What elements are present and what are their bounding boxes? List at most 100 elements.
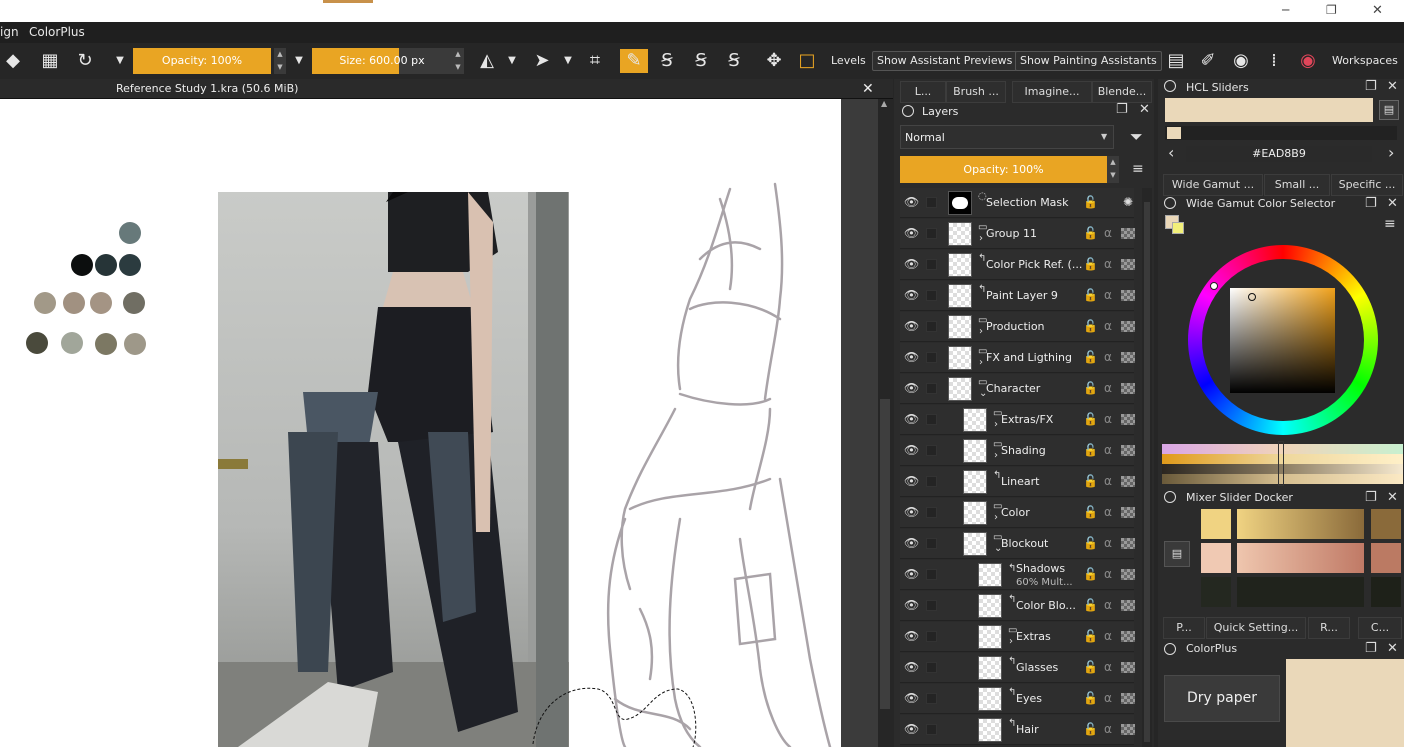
mirror-horizontal-icon[interactable]: ◭ [475,49,499,73]
tab-brush[interactable]: Brush ... [946,81,1006,103]
layer-row[interactable]: 👁 ↰ Shadows 60% Mult... 🔓 α [900,560,1135,590]
visibility-eye-icon[interactable]: 👁 [904,629,919,643]
mirror-vertical-dropdown-icon[interactable]: ▼ [556,49,580,73]
visibility-eye-icon[interactable]: 👁 [904,660,919,674]
tab-specific[interactable]: Specific ... [1331,174,1403,196]
colorplus-swatch[interactable] [1286,659,1404,747]
lock-icon[interactable]: 🔓 [1083,598,1098,612]
background-color-chip[interactable] [1172,222,1184,234]
tab-layers[interactable]: L... [900,81,946,103]
expand-arrow-icon[interactable]: › [1009,636,1013,647]
alpha-lock-icon[interactable]: α [1101,350,1115,364]
opacity-dropdown-icon[interactable]: ▼ [287,49,311,73]
layer-opacity-spinner[interactable]: ▲ ▼ [1107,156,1119,183]
lock-icon[interactable]: 🔓 [1083,629,1098,643]
mixer-settings-icon[interactable]: ▤ [1164,541,1190,567]
filter-icon[interactable]: ⏷ [1130,127,1143,147]
inherit-alpha-icon[interactable] [1121,321,1135,332]
smoothing-icon[interactable]: Ꞩ [689,49,713,73]
inherit-alpha-icon[interactable] [1121,662,1135,673]
layer-row[interactable]: 👁 ▭ › Extras 🔓 α [900,622,1135,652]
layer-row[interactable]: 👁 ▭ › Shading 🔓 α [900,436,1135,466]
alpha-lock-icon[interactable]: α [1101,381,1115,395]
layer-row[interactable]: 👁 ▭ › Production 🔓 α [900,312,1135,342]
visibility-eye-icon[interactable]: 👁 [904,598,919,612]
layer-row[interactable]: 👁 ↰ Hair 🔓 α [900,715,1135,745]
size-slider[interactable]: Size: 600.00 px [312,48,452,74]
visibility-eye-icon[interactable]: 👁 [904,195,919,209]
inherit-alpha-icon[interactable] [1121,290,1135,301]
view-eye-icon[interactable]: ◉ [1229,49,1253,73]
layer-select-checkbox[interactable] [926,259,937,270]
layer-select-checkbox[interactable] [926,631,937,642]
record-icon[interactable]: ◉ [1296,49,1320,73]
tab-blender[interactable]: Blende... [1092,81,1152,103]
hcl-prev-arrow[interactable]: ‹ [1168,143,1174,162]
document-tab[interactable]: Reference Study 1.kra (50.6 MiB) ✕ [0,79,893,99]
mixer-close-icon[interactable]: ✕ [1387,491,1398,505]
mask-settings-icon[interactable]: ✺ [1121,195,1135,209]
minimize-button[interactable]: ─ [1282,3,1289,17]
visibility-eye-icon[interactable]: 👁 [904,443,919,457]
expand-arrow-icon[interactable]: › [994,419,998,430]
colorplus-lock-icon[interactable] [1164,643,1176,655]
inherit-alpha-icon[interactable] [1121,538,1135,549]
grid-dots-icon[interactable]: ⁞ [1262,49,1286,73]
layer-select-checkbox[interactable] [926,414,937,425]
tab-c[interactable]: C... [1358,617,1402,639]
saturation-value-square[interactable] [1230,288,1335,393]
alpha-lock-icon[interactable]: α [1101,288,1115,302]
alpha-lock-icon[interactable]: α [1101,474,1115,488]
wide-gamut-lock-icon[interactable] [1164,197,1176,209]
visibility-eye-icon[interactable]: 👁 [904,412,919,426]
inherit-alpha-icon[interactable] [1121,352,1135,363]
crop-icon[interactable]: ⌗ [583,49,607,73]
lock-icon[interactable]: 🔓 [1083,381,1098,395]
mixer-float-icon[interactable]: ❐ [1365,491,1377,505]
tab-p[interactable]: P... [1163,617,1205,639]
layer-select-checkbox[interactable] [926,600,937,611]
dropdown-arrow-icon[interactable]: ▼ [108,49,132,73]
alpha-lock-icon[interactable]: α [1101,722,1115,736]
maximize-button[interactable]: ❐ [1326,3,1337,17]
layer-row[interactable]: 👁 ▭ ⌄ Character 🔓 α [900,374,1135,404]
inherit-alpha-icon[interactable] [1121,724,1135,735]
layer-select-checkbox[interactable] [926,476,937,487]
inherit-alpha-icon[interactable] [1121,476,1135,487]
tab-quick-settings[interactable]: Quick Setting... [1206,617,1306,639]
layers-menu-icon[interactable]: ≡ [1132,161,1144,177]
visibility-eye-icon[interactable]: 👁 [904,536,919,550]
layer-row[interactable]: 👁 ↰ Glasses 🔓 α [900,653,1135,683]
mixer-row1-gradient[interactable] [1237,509,1364,539]
layer-select-checkbox[interactable] [926,445,937,456]
wide-gamut-close-icon[interactable]: ✕ [1387,197,1398,211]
expand-arrow-icon[interactable]: › [979,326,983,337]
visibility-eye-icon[interactable]: 👁 [904,319,919,333]
alpha-lock-icon[interactable]: α [1101,226,1115,240]
show-assistant-previews-button[interactable]: Show Assistant Previews [872,51,1018,71]
transform-icon[interactable]: ✥ [762,49,786,73]
close-window-button[interactable]: ✕ [1372,3,1383,18]
layer-select-checkbox[interactable] [926,352,937,363]
mixer-row2-gradient[interactable] [1237,543,1364,573]
workspaces-button[interactable]: Workspaces [1332,54,1398,67]
visibility-eye-icon[interactable]: 👁 [904,226,919,240]
hcl-close-icon[interactable]: ✕ [1387,80,1398,94]
expand-arrow-icon[interactable]: › [994,450,998,461]
inherit-alpha-icon[interactable] [1121,259,1135,270]
blend-mode-select[interactable]: Normal ▼ [900,125,1114,149]
wide-gamut-float-icon[interactable]: ❐ [1365,197,1377,211]
tab-imagine[interactable]: Imagine... [1012,81,1092,103]
inherit-alpha-icon[interactable] [1121,383,1135,394]
reload-preset-icon[interactable]: ↻ [73,49,97,73]
scroll-up-icon[interactable]: ▲ [881,99,887,108]
lock-docker-icon[interactable] [902,105,914,117]
close-docker-icon[interactable]: ✕ [1139,102,1150,117]
stabilizer-icon[interactable]: Ꞩ [655,49,679,73]
layer-opacity-slider[interactable]: Opacity: 100% [900,156,1107,183]
inherit-alpha-icon[interactable] [1121,600,1135,611]
inherit-alpha-icon[interactable] [1121,228,1135,239]
inherit-alpha-icon[interactable] [1121,569,1135,580]
lock-icon[interactable]: 🔓 [1083,195,1098,209]
expand-arrow-icon[interactable]: › [994,512,998,523]
